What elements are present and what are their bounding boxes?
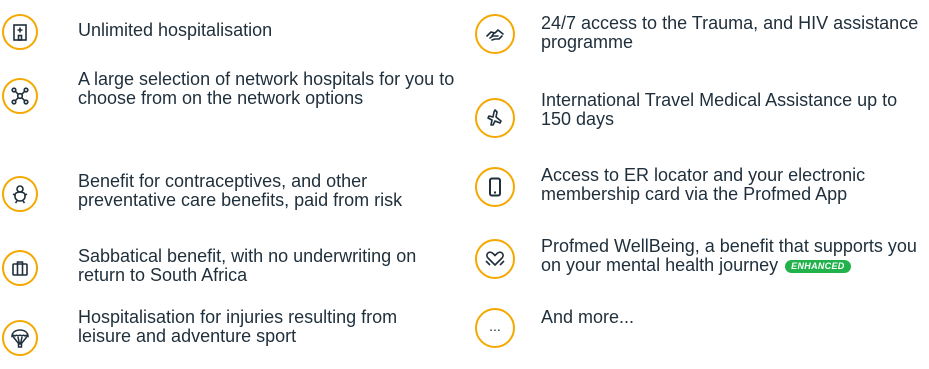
helping-hand-icon [475, 14, 515, 54]
ellipsis-icon: ... [475, 308, 515, 348]
benefit-text: A large selection of network hospitals f… [78, 69, 455, 108]
airplane-icon [475, 98, 515, 138]
network-nodes-icon [2, 78, 38, 114]
parachute-icon [2, 320, 38, 356]
benefit-text: Benefit for contraceptives, and other pr… [78, 171, 403, 210]
ellipsis-glyph: ... [489, 318, 501, 334]
enhanced-badge: ENHANCED [785, 260, 851, 273]
baby-icon [2, 176, 38, 212]
smartphone-icon [475, 167, 515, 207]
benefit-text-content: Profmed WellBeing, a benefit that suppor… [541, 236, 917, 275]
benefit-text: Unlimited hospitalisation [78, 20, 273, 40]
briefcase-icon [2, 250, 38, 286]
benefit-text: Profmed WellBeing, a benefit that suppor… [541, 237, 929, 275]
benefit-text: Sabbatical benefit, with no underwriting… [78, 246, 417, 285]
heart-hands-icon [475, 239, 515, 279]
benefit-text: 24/7 access to the Trauma, and HIV assis… [541, 13, 919, 52]
hospital-building-icon [2, 14, 38, 50]
benefit-text: And more... [541, 307, 635, 327]
benefit-text: Access to ER locator and your electronic… [541, 165, 866, 204]
benefit-text: Hospitalisation for injuries resulting f… [78, 307, 398, 346]
benefit-text: International Travel Medical Assistance … [541, 90, 898, 129]
